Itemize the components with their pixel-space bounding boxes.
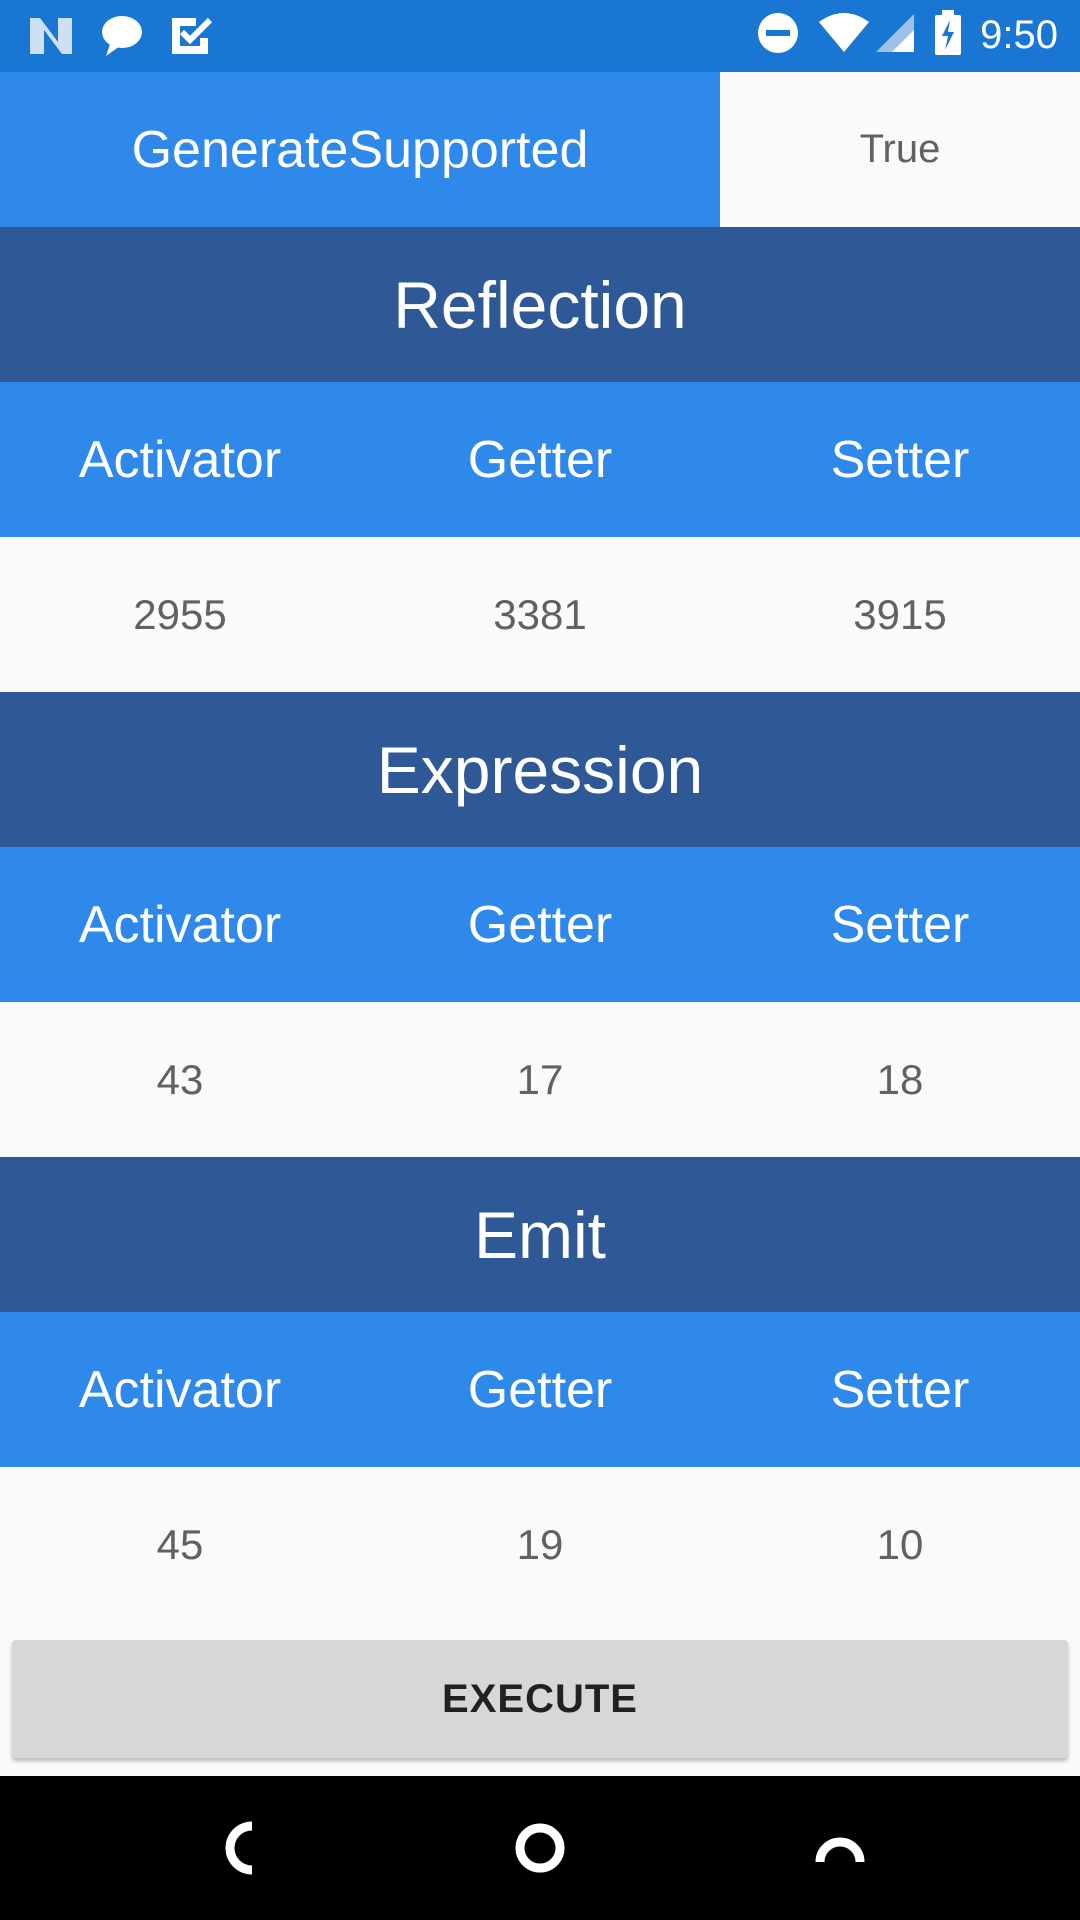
header-setter: Setter [830,430,970,489]
header-row-emit: Activator Getter Setter [0,1312,1080,1467]
value-row-reflection: 2955 3381 3915 [0,537,1080,692]
n-logo-icon [28,16,74,61]
do-not-disturb-icon [756,11,800,60]
header-activator: Activator [78,1360,282,1419]
value-setter: 3915 [853,590,947,638]
value-activator: 2955 [133,590,227,638]
value-activator: 45 [156,1520,204,1568]
home-icon[interactable] [504,1812,576,1884]
header-getter: Getter [467,895,613,954]
wifi-icon [818,12,870,59]
generate-supported-label: GenerateSupported [0,72,720,227]
task-check-icon [170,16,213,61]
header-row-reflection: Activator Getter Setter [0,382,1080,537]
section-title-expression: Expression [0,692,1080,847]
section-title-reflection: Reflection [0,227,1080,382]
value-activator: 43 [156,1055,204,1103]
execute-button[interactable]: EXECUTE [12,1640,1068,1758]
value-row-emit: 45 19 10 [0,1467,1080,1622]
header-setter: Setter [830,895,970,954]
header-row-expression: Activator Getter Setter [0,847,1080,1002]
header-getter: Getter [467,1360,613,1419]
header-activator: Activator [78,430,282,489]
generate-supported-value: True [720,72,1080,227]
header-setter: Setter [830,1360,970,1419]
value-getter: 17 [516,1055,564,1103]
section-title-emit: Emit [0,1157,1080,1312]
value-getter: 3381 [493,590,587,638]
value-setter: 18 [876,1055,924,1103]
header-activator: Activator [78,895,282,954]
cell-signal-icon [874,12,916,59]
value-row-expression: 43 17 18 [0,1002,1080,1157]
header-getter: Getter [467,430,613,489]
chat-bubble-icon [100,14,144,63]
value-setter: 10 [876,1520,924,1568]
back-icon[interactable] [206,1812,278,1884]
generate-supported-row: GenerateSupported True [0,72,1080,227]
battery-charging-icon [934,10,962,61]
value-getter: 19 [516,1520,564,1568]
status-bar: 9:50 [0,0,1080,72]
status-time: 9:50 [980,13,1058,57]
recents-icon[interactable] [804,1812,876,1884]
navigation-bar [0,1776,1080,1920]
